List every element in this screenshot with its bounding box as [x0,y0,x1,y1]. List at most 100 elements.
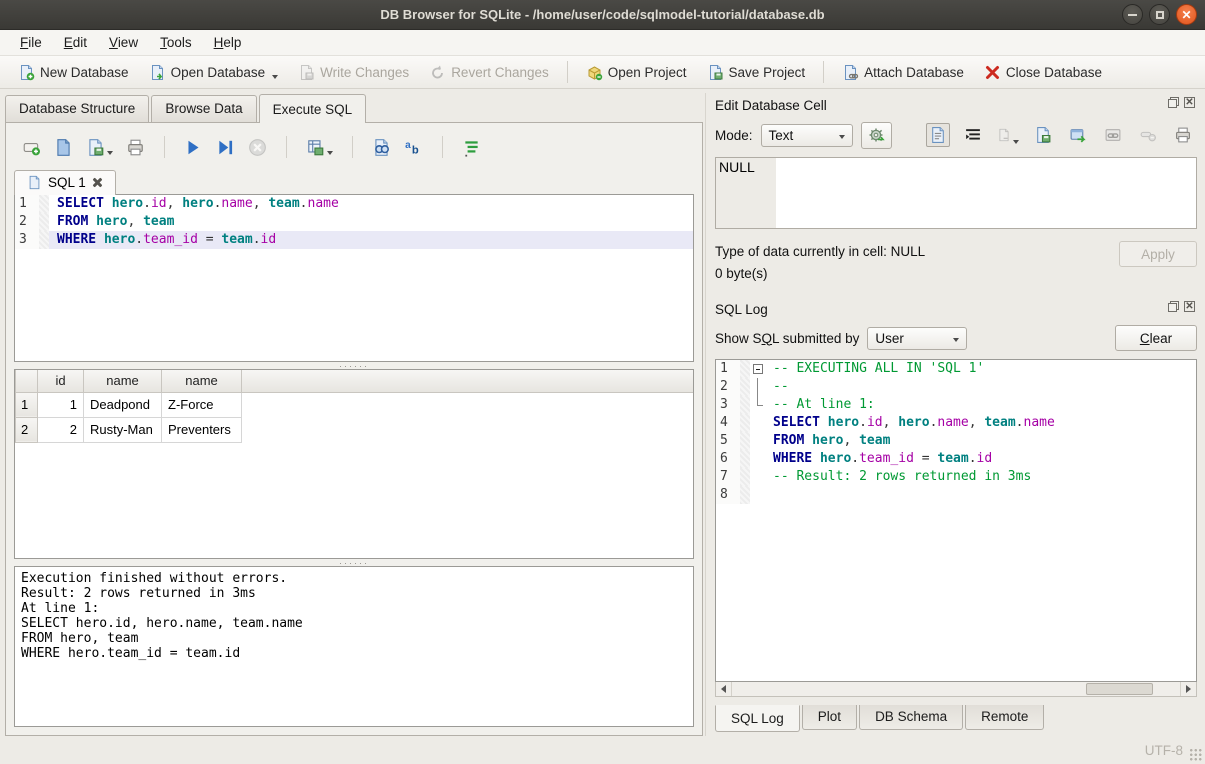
mode-select[interactable]: Text [761,124,853,147]
code-text: -- [765,378,1196,396]
table-cell[interactable]: Rusty-Man [84,417,162,442]
menu-file[interactable]: File [10,32,52,53]
tab-sql-log[interactable]: SQL Log [715,705,800,732]
fold-guide [750,432,765,450]
close-dock-icon[interactable]: ✕ [1184,301,1195,312]
dropdown-caret-icon [107,151,113,155]
fold-guide [750,414,765,432]
tab-remote[interactable]: Remote [965,705,1044,730]
sql-editor[interactable]: 1SELECT hero.id, hero.name, team.name2FR… [14,194,694,362]
auto-mode-button[interactable] [861,122,892,149]
format-button[interactable] [462,138,481,157]
float-dock-icon[interactable] [1168,97,1179,108]
float-dock-icon[interactable] [1168,301,1179,312]
table-cell[interactable]: Z-Force [162,392,242,417]
sql-log-dock-header: SQL Log ✕ [715,297,1197,321]
export-cell-button[interactable] [1066,123,1090,147]
message-line: FROM hero, team [21,631,687,646]
tab-execute-sql[interactable]: Execute SQL [259,94,367,123]
save-sql-button[interactable] [86,138,113,157]
table-cell[interactable]: 1 [38,392,84,417]
sql-tab[interactable]: SQL 1 [14,170,116,195]
sql-log-view[interactable]: 1-- EXECUTING ALL IN 'SQL 1'2--3-- At li… [715,359,1197,682]
line-number: 1 [716,360,740,378]
scroll-left-button[interactable] [716,682,732,696]
new-database-button[interactable]: New Database [10,60,137,85]
attach-database-button[interactable]: Attach Database [834,60,972,85]
app-window: DB Browser for SQLite - /home/user/code/… [0,0,1205,764]
menu-help[interactable]: Help [204,32,252,53]
word-wrap-icon [964,126,982,144]
toolbar-separator [567,61,568,83]
resize-grip-icon[interactable] [1189,748,1202,761]
stop-icon [248,138,267,157]
minimize-button[interactable] [1122,4,1143,25]
scrollbar-track[interactable] [732,682,1180,696]
row-header[interactable]: 2 [16,417,38,442]
export-results-button[interactable] [306,138,333,157]
open-sql-button[interactable] [54,138,73,157]
new-tab-button[interactable] [22,138,41,157]
save-project-button[interactable]: Save Project [699,60,814,85]
save-sql-button[interactable] [1031,123,1055,147]
results-header: idnamename [16,370,694,392]
close-tab-icon[interactable] [92,177,103,188]
execute-all-button[interactable] [184,138,203,157]
maximize-button[interactable] [1149,4,1170,25]
window-title: DB Browser for SQLite - /home/user/code/… [0,7,1205,22]
sql-file-icon [27,175,42,190]
message-line: SELECT hero.id, hero.name, team.name [21,616,687,631]
line-number: 8 [716,486,740,504]
gutter-strip [740,468,750,486]
close-button[interactable]: ✕ [1176,4,1197,25]
open-database-button[interactable]: Open Database [141,60,287,85]
menu-view[interactable]: View [99,32,148,53]
splitter-handle[interactable]: ······ [14,559,694,566]
fold-toggle-icon[interactable] [750,360,765,378]
text-mode-button[interactable] [926,123,950,147]
close-dock-icon[interactable]: ✕ [1184,97,1195,108]
autocomplete-button[interactable] [404,138,423,157]
splitter-handle[interactable]: ······ [14,362,694,369]
toolbar-button-label: New Database [40,65,129,80]
table-cell[interactable]: Preventers [162,417,242,442]
code-line: 6WHERE hero.team_id = team.id [716,450,1196,468]
tab-db-schema[interactable]: DB Schema [859,705,963,730]
horizontal-scrollbar[interactable] [715,682,1197,697]
code-line: 1SELECT hero.id, hero.name, team.name [15,195,693,213]
tab-plot[interactable]: Plot [802,705,857,730]
open-sql-icon [54,138,73,157]
tab-database-structure[interactable]: Database Structure [5,95,149,122]
code-text: -- Result: 2 rows returned in 3ms [765,468,1196,486]
gutter-strip [740,378,750,396]
scroll-right-button[interactable] [1180,682,1196,696]
execute-line-button[interactable] [216,138,235,157]
menu-tools[interactable]: Tools [150,32,202,53]
attach-database-icon [842,64,859,81]
save-sql-icon [86,138,105,157]
row-header[interactable]: 1 [16,392,38,417]
open-project-button[interactable]: Open Project [578,60,695,85]
toolbar-button-label: Open Project [608,65,687,80]
print-button[interactable] [126,138,145,157]
toolbar-button-label: Close Database [1006,65,1102,80]
scrollbar-thumb[interactable] [1086,683,1153,695]
clear-log-button[interactable]: Clear [1115,325,1197,351]
print-button[interactable] [1171,123,1195,147]
column-header-id[interactable]: id [38,370,84,392]
column-header-name[interactable]: name [162,370,242,392]
menu-edit[interactable]: Edit [54,32,97,53]
column-header-name[interactable]: name [84,370,162,392]
line-number: 7 [716,468,740,486]
cell-edit-area[interactable] [776,158,1196,228]
table-cell[interactable]: Deadpond [84,392,162,417]
log-filter-select[interactable]: User [867,327,967,350]
sql-toolbar [14,130,694,164]
close-database-button[interactable]: Close Database [976,60,1110,85]
main-toolbar: New DatabaseOpen DatabaseWrite ChangesRe… [0,56,1205,89]
word-wrap-button[interactable] [961,123,985,147]
table-cell[interactable]: 2 [38,417,84,442]
tab-browse-data[interactable]: Browse Data [151,95,256,122]
cell-value-editor[interactable]: NULL [715,157,1197,229]
find-button[interactable] [372,138,391,157]
